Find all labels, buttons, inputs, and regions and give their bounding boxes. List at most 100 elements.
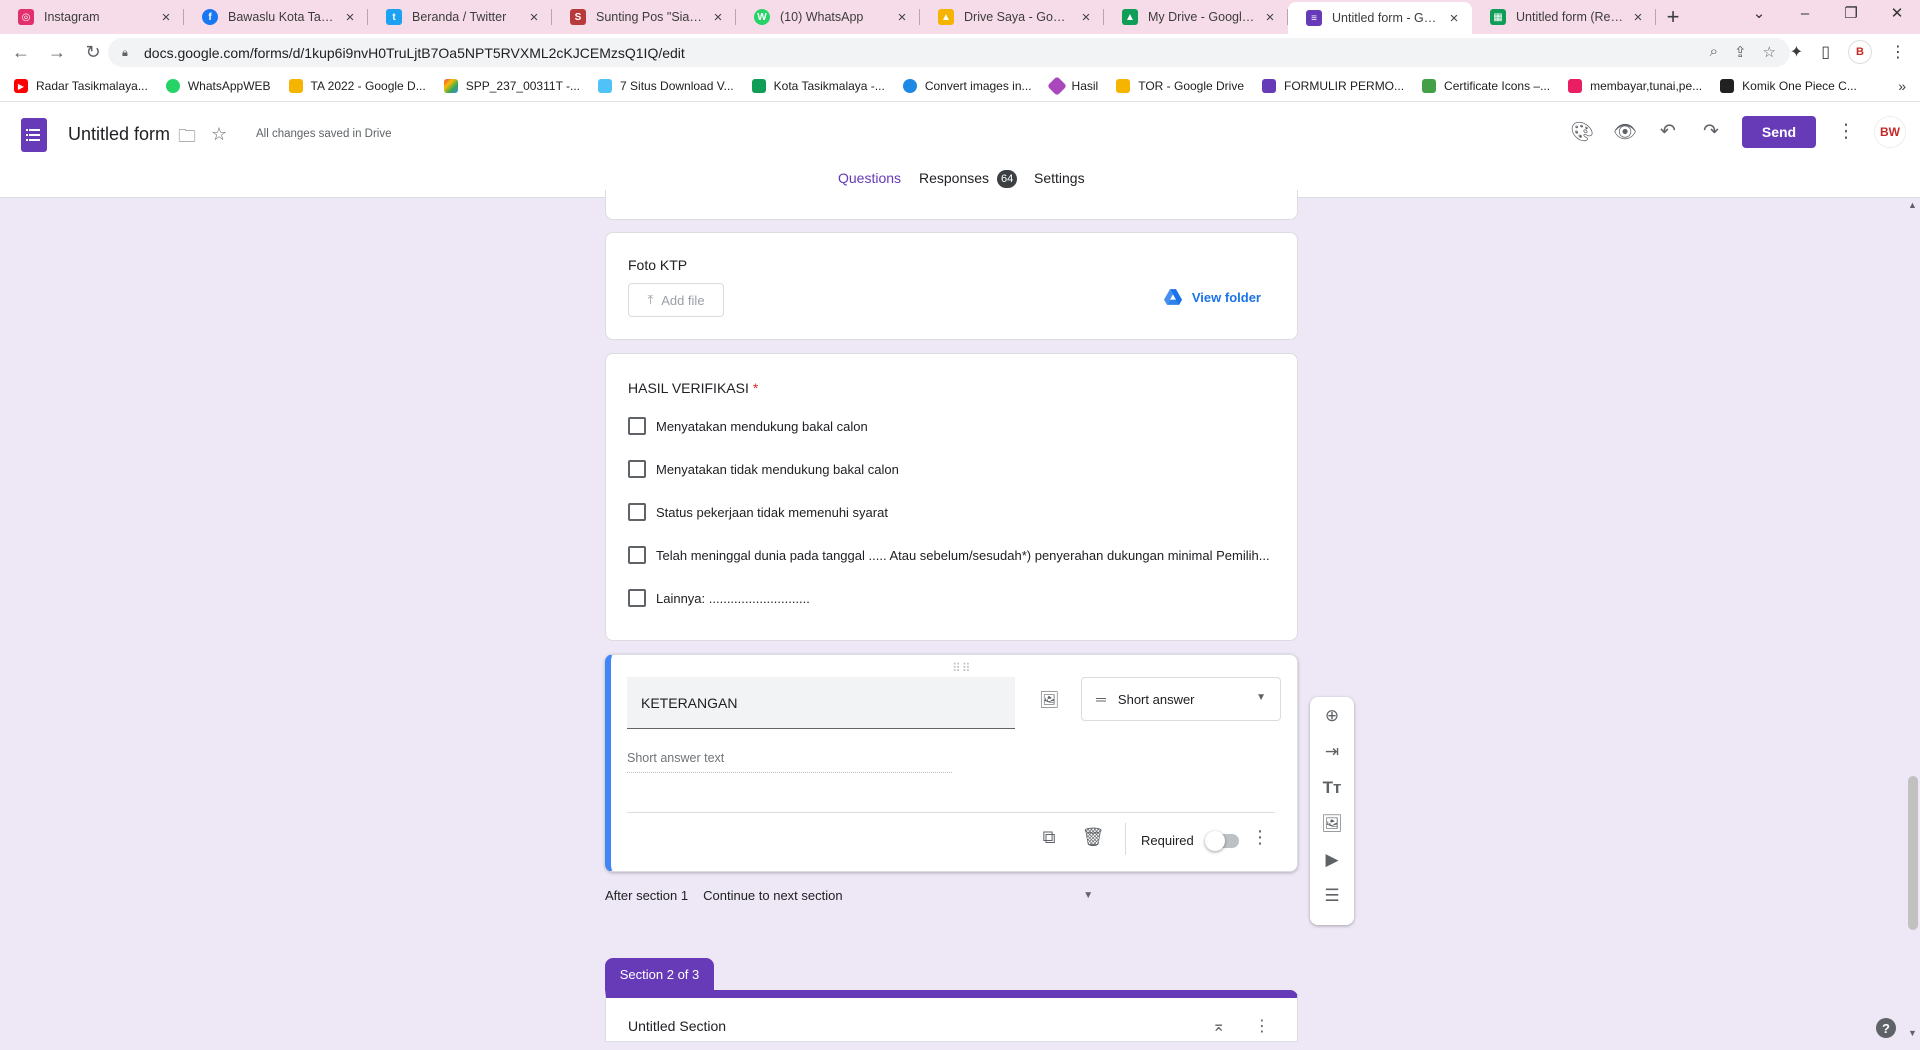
chrome-menu-icon[interactable]: ⋮ xyxy=(1890,42,1906,62)
close-tab-icon[interactable]: × xyxy=(342,9,358,26)
more-options-icon[interactable]: ⋮ xyxy=(1834,120,1858,143)
reload-icon[interactable]: ↻ xyxy=(78,42,108,63)
browser-tab-whatsapp[interactable]: W (10) WhatsApp × xyxy=(736,0,920,34)
extensions-icon[interactable]: ✦ xyxy=(1790,42,1803,62)
scroll-down-icon[interactable]: ▼ xyxy=(1908,1028,1917,1038)
bookmark-item[interactable]: Hasil xyxy=(1046,76,1098,96)
scrollbar-thumb[interactable] xyxy=(1908,776,1918,930)
question-card-keterangan[interactable]: ⠿⠿ KETERANGAN 🖼︎ ═ Short answer ▼ Short … xyxy=(605,654,1298,872)
delete-icon[interactable]: 🗑︎ xyxy=(1081,827,1105,848)
previous-question-card[interactable] xyxy=(605,190,1298,220)
account-avatar[interactable]: BW xyxy=(1874,116,1906,148)
collapse-icon[interactable]: ⌅ xyxy=(1212,1016,1225,1036)
add-image-icon[interactable]: 🖼︎ xyxy=(1039,690,1059,710)
share-icon[interactable]: ⇪ xyxy=(1734,43,1747,61)
add-question-icon[interactable]: ⊕ xyxy=(1320,706,1344,726)
help-icon[interactable]: ? xyxy=(1876,1018,1896,1038)
bookmark-item[interactable]: SPP_237_00311T -... xyxy=(443,79,580,93)
tab-search-icon[interactable]: ⌄ xyxy=(1736,0,1782,30)
question-card-hasil-verifikasi[interactable]: HASIL VERIFIKASI * Menyatakan mendukung b… xyxy=(605,353,1298,641)
checkbox-option[interactable]: Menyatakan mendukung bakal calon xyxy=(628,417,868,435)
close-window-icon[interactable]: ✕ xyxy=(1874,0,1920,30)
bookmark-item[interactable]: ▶ Radar Tasikmalaya... xyxy=(14,79,148,93)
palette-icon[interactable]: 🎨︎ xyxy=(1570,120,1594,144)
bookmark-item[interactable]: membayar,tunai,pe... xyxy=(1568,79,1702,93)
minimize-icon[interactable]: – xyxy=(1782,0,1828,30)
close-tab-icon[interactable]: × xyxy=(1078,9,1094,26)
checkbox-option[interactable]: Telah meninggal dunia pada tanggal .....… xyxy=(628,546,1270,564)
bookmark-item[interactable]: FORMULIR PERMO... xyxy=(1262,79,1404,93)
address-bar[interactable]: 🔒︎ docs.google.com/forms/d/1kup6i9nvH0Tr… xyxy=(108,38,1790,67)
star-icon[interactable]: ☆ xyxy=(211,124,227,145)
browser-tab-facebook[interactable]: f Bawaslu Kota Tasikmalaya × xyxy=(184,0,368,34)
browser-tab-instagram[interactable]: ◎ Instagram × xyxy=(0,0,184,34)
more-options-icon[interactable]: ⋮ xyxy=(1254,1016,1270,1036)
bookmark-item[interactable]: TOR - Google Drive xyxy=(1116,79,1244,93)
close-tab-icon[interactable]: × xyxy=(1262,9,1278,26)
checkbox-option[interactable]: Lainnya: ............................ xyxy=(628,589,810,607)
preview-eye-icon[interactable]: 👁︎ xyxy=(1613,120,1637,144)
section-navigation-select[interactable]: Continue to next section ▼ xyxy=(703,888,1093,903)
redo-icon[interactable]: ↷ xyxy=(1699,120,1723,143)
restore-icon[interactable]: ❐ xyxy=(1828,0,1874,30)
checkbox[interactable] xyxy=(628,503,646,521)
back-icon[interactable]: ← xyxy=(6,42,36,63)
checkbox-option[interactable]: Menyatakan tidak mendukung bakal calon xyxy=(628,460,899,478)
section-header-card[interactable]: Untitled Section ⌅ ⋮ xyxy=(605,990,1298,1042)
undo-icon[interactable]: ↶ xyxy=(1656,120,1680,143)
add-section-icon[interactable]: ☰ xyxy=(1320,886,1344,906)
add-video-icon[interactable]: ▶ xyxy=(1320,850,1344,870)
drag-handle-icon[interactable]: ⠿⠿ xyxy=(952,661,972,675)
browser-tab-form-responses[interactable]: ▦ Untitled form (Responses) × xyxy=(1472,0,1656,34)
question-card-foto-ktp[interactable]: Foto KTP ⤒ Add file View folder xyxy=(605,232,1298,340)
view-folder-link[interactable]: View folder xyxy=(1163,289,1261,305)
close-tab-icon[interactable]: × xyxy=(1446,10,1462,27)
browser-tab-twitter[interactable]: t Beranda / Twitter × xyxy=(368,0,552,34)
tab-responses[interactable]: Responses 64 xyxy=(919,170,1018,188)
bookmark-item[interactable]: Certificate Icons –... xyxy=(1422,79,1550,93)
more-options-icon[interactable]: ⋮ xyxy=(1251,827,1269,848)
side-panel-icon[interactable]: ▯ xyxy=(1821,42,1830,62)
zoom-icon[interactable]: ⌕ xyxy=(1710,43,1718,61)
send-button[interactable]: Send xyxy=(1742,116,1816,148)
close-tab-icon[interactable]: × xyxy=(894,9,910,26)
bookmark-item[interactable]: 7 Situs Download V... xyxy=(598,79,734,93)
checkbox[interactable] xyxy=(628,460,646,478)
profile-avatar[interactable]: B xyxy=(1848,40,1872,64)
question-type-select[interactable]: ═ Short answer ▼ xyxy=(1081,677,1281,721)
new-tab-button[interactable]: + xyxy=(1656,0,1690,34)
bookmark-item[interactable]: TA 2022 - Google D... xyxy=(288,79,426,93)
duplicate-icon[interactable]: ⧉ xyxy=(1037,827,1061,848)
close-tab-icon[interactable]: × xyxy=(1630,9,1646,26)
bookmark-item[interactable]: WhatsAppWEB xyxy=(165,79,271,93)
section-title[interactable]: Untitled Section xyxy=(628,1018,726,1034)
form-title[interactable]: Untitled form xyxy=(68,124,170,145)
tab-questions[interactable]: Questions xyxy=(838,170,901,186)
add-title-description-icon[interactable]: Tт xyxy=(1320,778,1344,798)
question-title-input[interactable]: KETERANGAN xyxy=(627,677,1015,729)
bookmark-item[interactable]: Komik One Piece C... xyxy=(1720,79,1857,93)
more-bookmarks-icon[interactable]: » xyxy=(1898,78,1906,94)
import-questions-icon[interactable]: ⇥ xyxy=(1320,742,1344,762)
required-toggle[interactable] xyxy=(1205,831,1239,851)
tab-settings[interactable]: Settings xyxy=(1034,170,1085,186)
bookmark-item[interactable]: Convert images in... xyxy=(902,79,1032,93)
add-image-icon[interactable]: 🖼︎ xyxy=(1320,814,1344,834)
browser-tab-drive-saya[interactable]: ▲ Drive Saya - Google Drive × xyxy=(920,0,1104,34)
checkbox-option[interactable]: Status pekerjaan tidak memenuhi syarat xyxy=(628,503,888,521)
google-forms-logo-icon[interactable] xyxy=(21,118,47,152)
scroll-up-icon[interactable]: ▲ xyxy=(1908,200,1917,210)
add-file-button[interactable]: ⤒ Add file xyxy=(628,283,724,317)
bookmark-item[interactable]: Kota Tasikmalaya -... xyxy=(751,79,885,93)
checkbox[interactable] xyxy=(628,589,646,607)
move-to-folder-icon[interactable]: 🗀︎ xyxy=(178,124,196,154)
close-tab-icon[interactable]: × xyxy=(158,9,174,26)
checkbox[interactable] xyxy=(628,417,646,435)
browser-tab-sunting-pos[interactable]: S Sunting Pos "Siaga Pemilu" × xyxy=(552,0,736,34)
forward-icon[interactable]: → xyxy=(42,42,72,63)
close-tab-icon[interactable]: × xyxy=(526,9,542,26)
browser-tab-my-drive[interactable]: ▲ My Drive - Google Drive × xyxy=(1104,0,1288,34)
bookmark-star-icon[interactable]: ☆ xyxy=(1763,43,1776,61)
close-tab-icon[interactable]: × xyxy=(710,9,726,26)
checkbox[interactable] xyxy=(628,546,646,564)
